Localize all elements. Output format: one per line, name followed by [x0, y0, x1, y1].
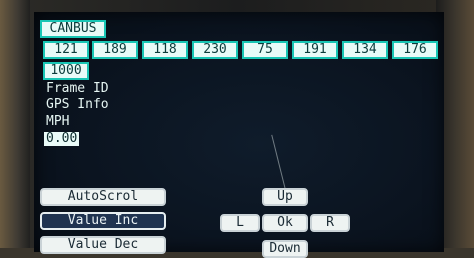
- byte-cell[interactable]: 191: [292, 41, 338, 59]
- mph-label: MPH: [46, 114, 70, 129]
- byte-cell[interactable]: 176: [392, 41, 438, 59]
- device-bezel-left: [0, 0, 30, 248]
- value-dec-button[interactable]: Value Dec: [40, 236, 166, 254]
- frame-id-label: Frame ID: [46, 81, 109, 96]
- byte-cell[interactable]: 75: [242, 41, 288, 59]
- value-inc-button[interactable]: Value Inc: [40, 212, 166, 230]
- gps-info-label: GPS Info: [46, 97, 109, 112]
- byte-cell[interactable]: 189: [92, 41, 138, 59]
- byte-cell[interactable]: 134: [342, 41, 388, 59]
- left-button[interactable]: L: [220, 214, 260, 232]
- device-frame: CANBUS 121 189 118 230 75 191 134 176 10…: [0, 0, 474, 258]
- autoscroll-button[interactable]: AutoScrol: [40, 188, 166, 206]
- down-button[interactable]: Down: [262, 240, 308, 258]
- screen-scratch: [271, 134, 286, 190]
- speed-value: 0.00: [44, 131, 80, 146]
- byte-cell[interactable]: 230: [192, 41, 238, 59]
- frame-id-value: 1000: [43, 62, 89, 80]
- lcd-screen: CANBUS 121 189 118 230 75 191 134 176 10…: [34, 12, 444, 258]
- byte-cell[interactable]: 118: [142, 41, 188, 59]
- byte-cell[interactable]: 121: [43, 41, 89, 59]
- ok-button[interactable]: Ok: [262, 214, 308, 232]
- right-button[interactable]: R: [310, 214, 350, 232]
- app-title: CANBUS: [40, 20, 106, 38]
- up-button[interactable]: Up: [262, 188, 308, 206]
